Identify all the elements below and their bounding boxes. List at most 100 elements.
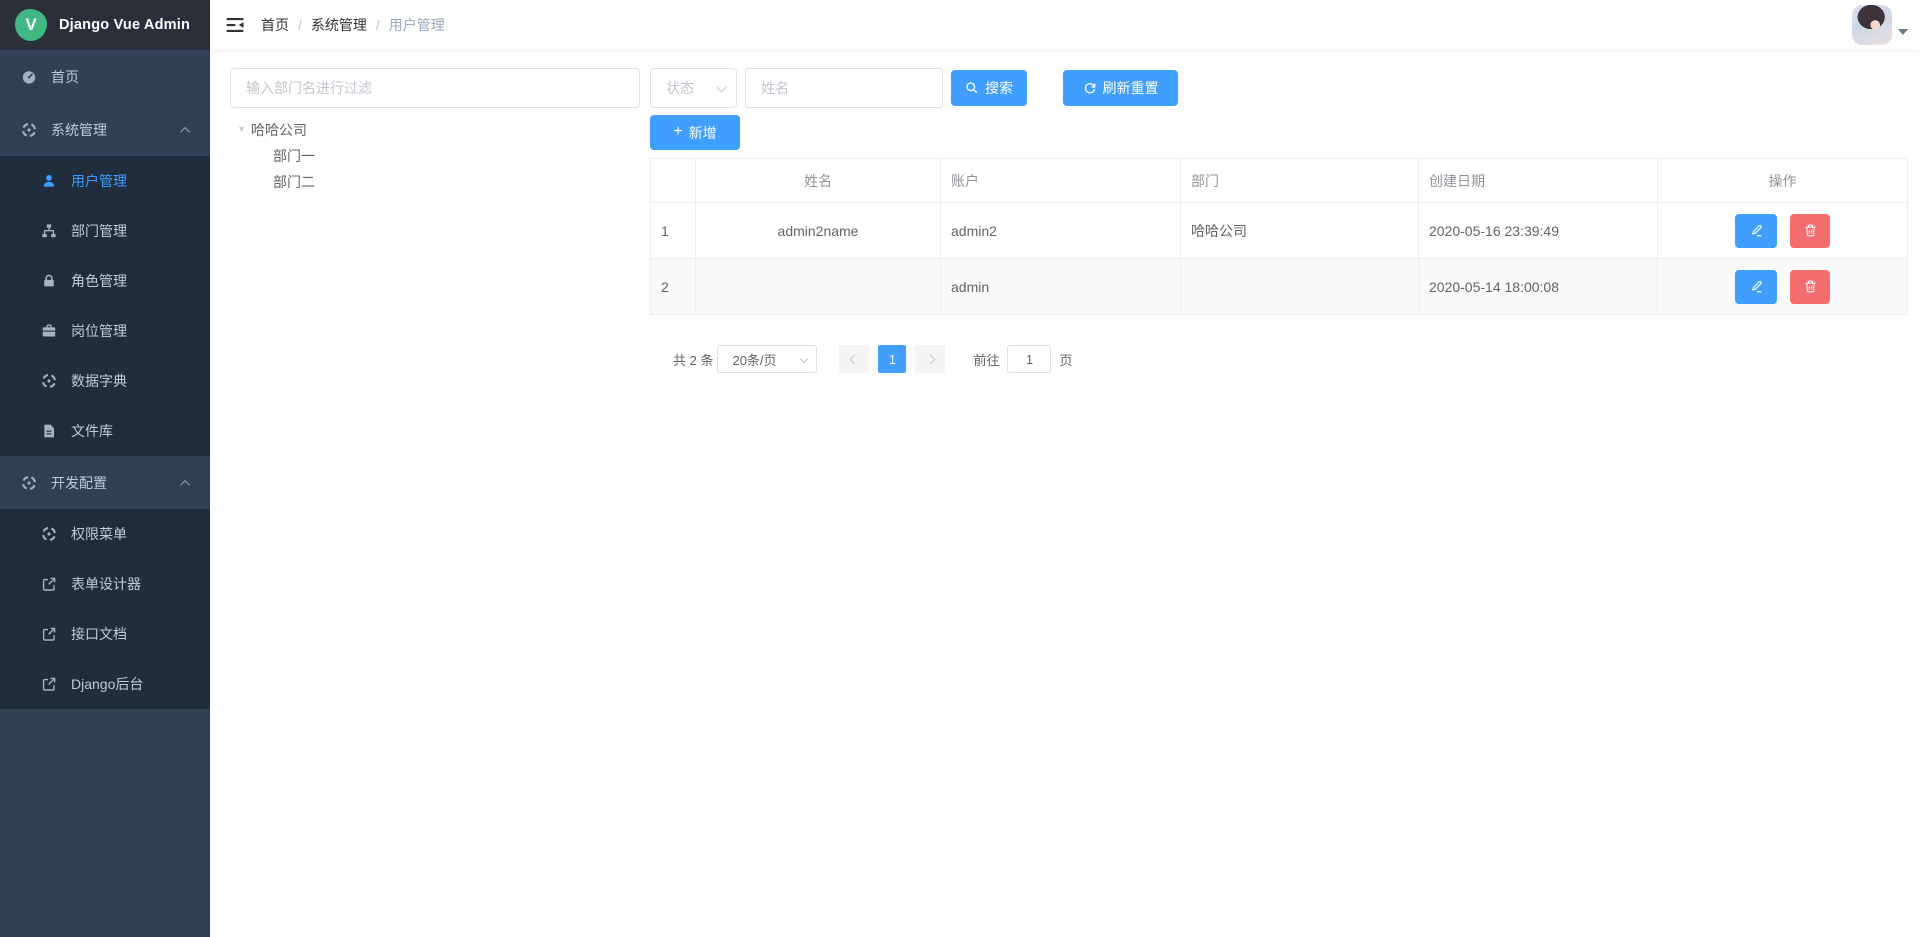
sidebar-item-label: 开发配置: [51, 473, 107, 493]
prev-page-button[interactable]: [839, 345, 869, 373]
cell-created: 2020-05-16 23:39:49: [1419, 203, 1658, 259]
delete-button[interactable]: [1790, 270, 1830, 304]
delete-button[interactable]: [1790, 214, 1830, 248]
sidebar-item-form-designer[interactable]: 表单设计器: [0, 559, 210, 609]
name-filter-input[interactable]: [745, 68, 943, 108]
trash-icon: [1803, 279, 1818, 294]
breadcrumb-home[interactable]: 首页: [261, 15, 289, 35]
document-icon: [41, 423, 57, 439]
cell-index: 2: [651, 259, 696, 315]
table-row: 1 admin2name admin2 哈哈公司 2020-05-16 23:3…: [651, 203, 1908, 259]
tree-node-dept-1[interactable]: 部门一: [230, 143, 640, 169]
sidebar-item-label: 岗位管理: [71, 321, 127, 341]
cell-dept: 哈哈公司: [1181, 203, 1419, 259]
department-tree: ▾ 哈哈公司 部门一 部门二: [230, 117, 640, 195]
app-title: Django Vue Admin: [59, 17, 190, 33]
breadcrumb-separator: /: [298, 17, 302, 33]
status-select-placeholder: 状态: [666, 78, 694, 98]
goto-page-input[interactable]: [1007, 345, 1051, 373]
add-button[interactable]: + 新增: [650, 115, 740, 150]
submenu-dev-config: 权限菜单 表单设计器 接口文档 Django后台: [0, 509, 210, 709]
sidebar-item-post-mgmt[interactable]: 岗位管理: [0, 306, 210, 356]
org-tree-icon: [41, 223, 57, 239]
search-icon: [965, 81, 979, 95]
table-header-row: 姓名 账户 部门 创建日期 操作: [651, 159, 1908, 203]
user-menu[interactable]: [1852, 5, 1908, 45]
page-number-button[interactable]: 1: [878, 345, 906, 373]
sidebar-item-label: 角色管理: [71, 271, 127, 291]
sidebar-item-system-mgmt[interactable]: 系统管理: [0, 103, 210, 156]
sidebar-item-data-dict[interactable]: 数据字典: [0, 356, 210, 406]
sidebar-item-dept-mgmt[interactable]: 部门管理: [0, 206, 210, 256]
breadcrumb-system-mgmt[interactable]: 系统管理: [311, 15, 367, 35]
next-page-button[interactable]: [915, 345, 945, 373]
tree-node-company[interactable]: ▾ 哈哈公司: [230, 117, 640, 143]
refresh-reset-button[interactable]: 刷新重置: [1063, 70, 1178, 106]
briefcase-icon: [41, 323, 57, 339]
cell-name: admin2name: [696, 203, 941, 259]
status-select[interactable]: 状态: [650, 68, 737, 108]
breadcrumb-separator: /: [376, 17, 380, 33]
sidebar-item-label: 接口文档: [71, 624, 127, 644]
submenu-system-mgmt: 用户管理 部门管理 角色管理 岗位管理 数据字典: [0, 156, 210, 456]
sidebar-item-label: 部门管理: [71, 221, 127, 241]
user-list-panel: 状态 搜索 刷新重置 + 新增: [650, 68, 1908, 373]
sidebar-item-api-docs[interactable]: 接口文档: [0, 609, 210, 659]
sidebar-item-django-admin[interactable]: Django后台: [0, 659, 210, 709]
chevron-right-icon: [926, 354, 936, 364]
app-logo[interactable]: V Django Vue Admin: [0, 0, 210, 50]
sidebar-item-file-library[interactable]: 文件库: [0, 406, 210, 456]
col-header-dept: 部门: [1181, 159, 1419, 203]
sidebar-item-user-mgmt[interactable]: 用户管理: [0, 156, 210, 206]
tree-node-label: 哈哈公司: [251, 120, 307, 140]
department-filter-input[interactable]: [230, 68, 640, 108]
user-avatar: [1852, 5, 1892, 45]
sidebar-item-label: Django后台: [71, 674, 143, 694]
external-link-icon: [41, 626, 57, 642]
table-row: 2 admin 2020-05-14 18:00:08: [651, 259, 1908, 315]
user-icon: [41, 173, 57, 189]
tree-node-label: 部门二: [273, 172, 315, 192]
edit-button[interactable]: [1735, 270, 1777, 304]
sidebar: V Django Vue Admin 首页 系统管理 用户管理: [0, 0, 210, 937]
sidebar-toggle-button[interactable]: [210, 0, 260, 50]
component-icon: [41, 526, 57, 542]
edit-button[interactable]: [1735, 214, 1777, 248]
col-header-index: [651, 159, 696, 203]
component-icon: [21, 122, 37, 138]
col-header-actions: 操作: [1658, 159, 1908, 203]
search-button[interactable]: 搜索: [951, 70, 1027, 106]
breadcrumb-current: 用户管理: [389, 15, 445, 35]
header: 首页 / 系统管理 / 用户管理: [210, 0, 1920, 50]
sidebar-item-label: 用户管理: [71, 171, 127, 191]
edit-pencil-icon: [1749, 223, 1764, 238]
sidebar-item-label: 权限菜单: [71, 524, 127, 544]
goto-suffix: 页: [1059, 350, 1072, 369]
col-header-created: 创建日期: [1419, 159, 1658, 203]
edit-pencil-icon: [1749, 279, 1764, 294]
component-icon: [21, 475, 37, 491]
sidebar-item-permission-menu[interactable]: 权限菜单: [0, 509, 210, 559]
sidebar-item-label: 首页: [51, 67, 79, 87]
sidebar-menu: 首页 系统管理 用户管理 部门管理 角色管理: [0, 50, 210, 709]
cell-account: admin2: [941, 203, 1181, 259]
sidebar-item-home[interactable]: 首页: [0, 50, 210, 103]
sidebar-item-role-mgmt[interactable]: 角色管理: [0, 256, 210, 306]
tree-expand-icon[interactable]: ▾: [239, 124, 244, 135]
caret-down-icon: [1898, 29, 1908, 35]
sidebar-item-dev-config[interactable]: 开发配置: [0, 456, 210, 509]
user-table: 姓名 账户 部门 创建日期 操作 1 admin2name ad: [650, 158, 1908, 315]
page-size-select[interactable]: 20条/页: [717, 345, 817, 373]
filter-controls: 状态 搜索 刷新重置: [650, 68, 1908, 108]
pagination-total: 共 2 条: [673, 350, 713, 369]
sidebar-item-label: 文件库: [71, 421, 113, 441]
tree-node-label: 部门一: [273, 146, 315, 166]
row-actions: [1663, 270, 1902, 304]
trash-icon: [1803, 223, 1818, 238]
pagination: 共 2 条 20条/页 1 前往 页: [650, 345, 1908, 373]
lock-icon: [41, 273, 57, 289]
col-header-name: 姓名: [696, 159, 941, 203]
tree-node-dept-2[interactable]: 部门二: [230, 169, 640, 195]
row-actions: [1663, 214, 1902, 248]
app-logo-icon: V: [15, 9, 47, 41]
